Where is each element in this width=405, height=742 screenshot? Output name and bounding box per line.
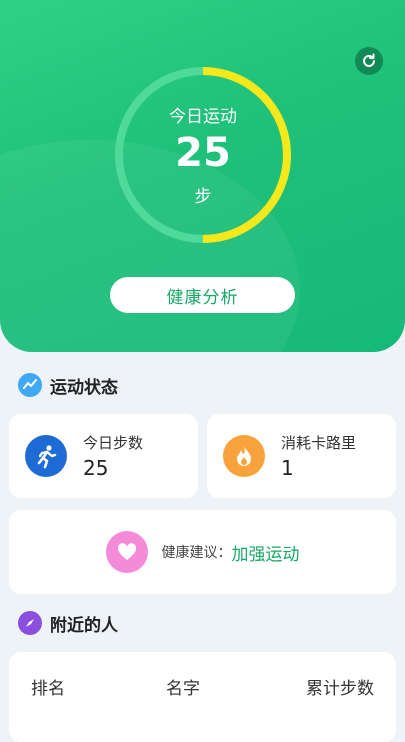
- health-advice-value: 加强运动: [231, 544, 300, 565]
- today-steps-count: 25: [175, 130, 231, 176]
- hero-panel: 今日运动 25 步 健康分析: [0, 0, 405, 352]
- running-person-icon: [25, 435, 67, 477]
- refresh-button[interactable]: [355, 47, 383, 75]
- calories-label: 消耗卡路里: [281, 434, 357, 452]
- ring-center: 今日运动 25 步: [112, 64, 294, 246]
- section-title: 运动状态: [50, 377, 118, 398]
- nearby-people-header: 附近的人: [18, 610, 118, 636]
- nearby-table: 排名 名字 累计步数: [9, 652, 396, 742]
- calories-value: 1: [281, 456, 294, 480]
- compass-icon: [18, 611, 42, 635]
- today-steps-label: 今日步数: [83, 434, 144, 452]
- health-advice-card: 健康建议： 加强运动: [9, 510, 396, 594]
- today-steps-value: 25: [83, 456, 109, 480]
- today-exercise-label: 今日运动: [169, 107, 237, 127]
- column-total-steps: 累计步数: [306, 679, 374, 699]
- refresh-icon: [363, 53, 375, 67]
- health-analysis-button[interactable]: 健康分析: [110, 277, 295, 313]
- health-advice-row: 健康建议： 加强运动: [9, 510, 396, 594]
- heart-icon: [105, 531, 148, 573]
- steps-unit: 步: [194, 187, 212, 207]
- health-advice-label: 健康建议：: [161, 545, 232, 561]
- flame-icon: [223, 435, 265, 477]
- exercise-status-header: 运动状态: [18, 372, 118, 398]
- calories-card: 消耗卡路里 1: [207, 414, 396, 498]
- column-rank: 排名: [31, 679, 65, 699]
- today-steps-card: 今日步数 25: [9, 414, 198, 498]
- column-name: 名字: [166, 679, 200, 699]
- section-title: 附近的人: [50, 615, 118, 636]
- pulse-icon: [18, 373, 42, 397]
